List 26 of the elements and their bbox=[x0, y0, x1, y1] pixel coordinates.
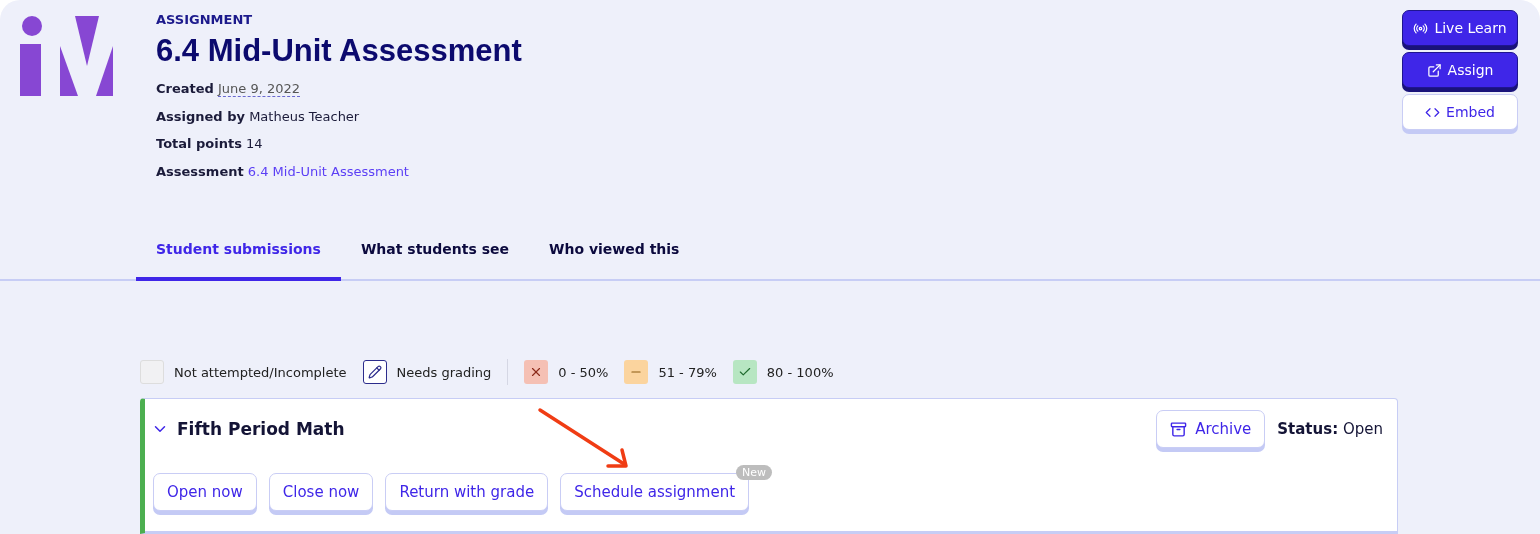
legend-label: Needs grading bbox=[396, 364, 492, 380]
class-name: Fifth Period Math bbox=[177, 419, 346, 439]
pencil-icon bbox=[367, 365, 382, 379]
legend-label: Not attempted/Incomplete bbox=[174, 364, 347, 380]
meta-label: Created bbox=[156, 81, 214, 96]
eyebrow-label: ASSIGNMENT bbox=[156, 12, 254, 27]
tab[interactable]: What students see bbox=[340, 220, 529, 281]
archive-icon bbox=[1170, 420, 1188, 438]
tab[interactable]: Student submissions bbox=[136, 220, 341, 281]
external-link-icon bbox=[1426, 62, 1442, 78]
status-text: Status: Open bbox=[1277, 420, 1383, 438]
tab[interactable]: Who viewed this bbox=[529, 220, 700, 281]
meta-label: Assigned by bbox=[156, 108, 245, 124]
legend-label: 0 - 50% bbox=[558, 364, 609, 380]
legend-label: 51 - 79% bbox=[658, 364, 717, 380]
meta-value: June 9, 2022 bbox=[218, 81, 301, 97]
meta-value: 14 bbox=[246, 136, 263, 151]
logo-icon bbox=[20, 16, 114, 96]
page-title: 6.4 Mid-Unit Assessment bbox=[156, 33, 523, 69]
meta-value: Matheus Teacher bbox=[249, 108, 360, 124]
check-icon bbox=[737, 365, 752, 379]
legend-label: 80 - 100% bbox=[766, 364, 834, 380]
meta-label: Total points bbox=[156, 136, 242, 151]
assessment-link[interactable]: 6.4 Mid-Unit Assessment bbox=[247, 163, 409, 179]
meta-label: Assessment bbox=[156, 163, 244, 179]
new-badge: New bbox=[736, 465, 773, 480]
